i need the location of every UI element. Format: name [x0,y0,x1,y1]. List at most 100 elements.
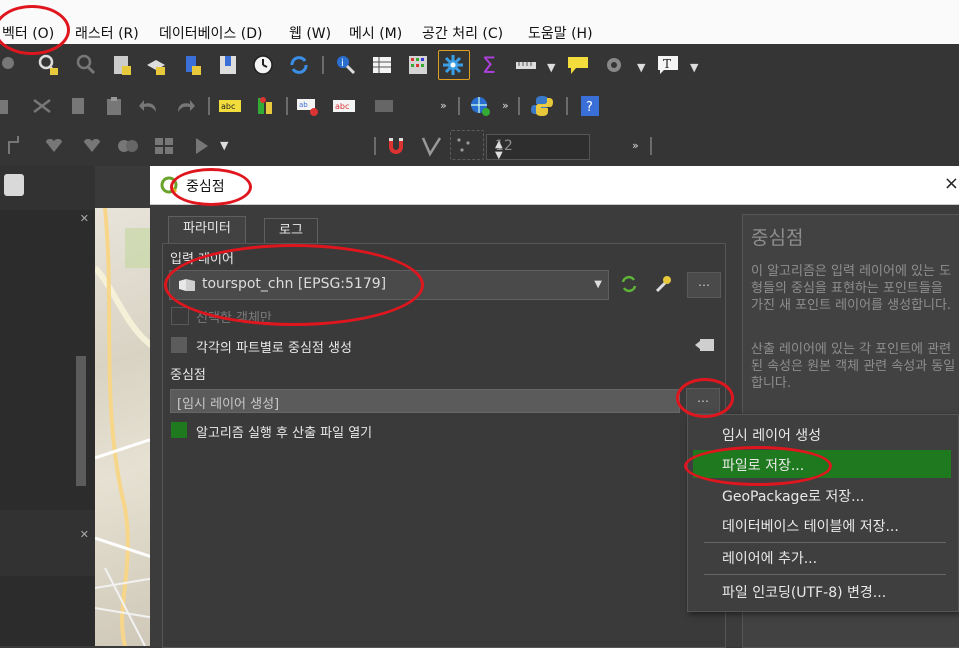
snapping-vertex-icon[interactable] [420,134,444,158]
menu-help[interactable]: 도움말 (H) [528,23,593,43]
diagram-icon[interactable] [254,94,278,118]
zoom-search-icon[interactable] [36,53,60,77]
edit-partial-icon[interactable] [0,94,24,118]
toolbar-separator [374,137,376,155]
toolbar-separator [650,137,652,155]
spin-arrows-icon[interactable]: ▲ ▼ [495,139,583,161]
iterate-icon[interactable] [619,274,639,298]
menu-bar: 벡터 (O) 래스터 (R) 데이터베이스 (D) 웹 (W) 메시 (M) 공… [0,0,959,45]
more-tools-icon[interactable]: » [632,139,639,152]
settings-gear-icon[interactable] [604,53,628,77]
bookmark-add-icon[interactable] [180,53,204,77]
browser-panel[interactable] [0,576,95,646]
close-icon[interactable]: × [944,173,959,194]
database-icon[interactable] [4,174,24,196]
menu-item-append-to-layer[interactable]: 레이어에 추가... [688,543,958,571]
selected-only-label: 선택한 객체만 [196,311,272,326]
map-tips-icon[interactable] [566,53,590,77]
bookmarks-icon[interactable] [216,53,240,77]
label-pin-icon[interactable]: ab [296,94,320,118]
per-part-checkbox[interactable] [171,337,187,353]
tab-parameters[interactable]: 파라미터 [168,216,246,246]
snapping-magnet-icon[interactable] [384,134,408,158]
tab-log[interactable]: 로그 [264,218,318,244]
merge-attributes-icon[interactable] [80,134,104,158]
paste-icon[interactable] [102,94,126,118]
menu-item-save-to-geopackage[interactable]: GeoPackage로 저장... [688,481,958,509]
split-features-icon[interactable] [116,134,140,158]
label-disabled-icon[interactable] [374,94,398,118]
processing-toolbox-icon[interactable] [438,50,470,80]
python-console-icon[interactable] [530,94,554,118]
statistics-sigma-icon[interactable]: Σ [478,53,502,77]
menu-mesh[interactable]: 메시 (M) [349,23,402,43]
per-part-label: 각각의 파트별로 중심점 생성 [196,341,352,356]
snapping-type-icon[interactable] [450,130,484,160]
label-hide-icon[interactable]: abc [332,94,356,118]
copy-icon[interactable] [66,94,90,118]
menu-raster[interactable]: 래스터 (R) [75,23,139,43]
menu-web[interactable]: 웹 (W) [289,23,331,43]
close-panel-icon[interactable]: ✕ [80,528,89,541]
menu-item-save-to-file[interactable]: 파일로 저장... [693,450,951,478]
redo-icon[interactable] [172,94,196,118]
close-panel-icon[interactable]: ✕ [80,212,89,225]
data-defined-override-icon[interactable] [694,336,716,358]
add-wms-globe-icon[interactable] [468,94,492,118]
input-layer-more-button[interactable]: … [687,272,721,298]
chevron-down-icon[interactable]: ▼ [594,279,602,290]
dialog-title: 중심점 [186,179,225,195]
parameters-panel [162,243,726,648]
dialog-titlebar: 중심점 × [150,166,959,205]
field-calculator-icon[interactable] [406,53,430,77]
layer-new-icon[interactable] [144,53,168,77]
wrench-icon[interactable] [654,274,674,298]
measure-icon[interactable] [514,53,538,77]
bookmark-new-icon[interactable] [110,53,134,77]
output-more-button[interactable]: … [686,388,720,414]
identify-features-icon[interactable]: i [334,53,358,77]
map-canvas[interactable] [95,208,155,646]
more-tools-icon[interactable]: » [440,99,447,112]
snapping-tolerance-spinbox[interactable]: 12 ▲ ▼ [486,134,590,161]
scrollbar-thumb[interactable] [76,356,86,486]
select-tool-icon[interactable] [190,134,214,158]
selected-only-checkbox[interactable] [171,307,189,325]
reshape-icon[interactable] [152,134,176,158]
help-paragraph: 산출 레이어에 있는 각 포인트에 관련된 속성은 원본 객체 관련 속성과 동… [751,342,956,391]
cut-icon[interactable] [30,94,54,118]
identify-partial-icon[interactable] [2,53,26,77]
merge-features-icon[interactable] [42,134,66,158]
input-layer-combobox[interactable]: tourspot_chn [EPSG:5179] ▼ [169,270,609,300]
menu-processing[interactable]: 공간 처리 (C) [422,23,503,43]
menu-item-temporary-layer[interactable]: 임시 레이어 생성 [688,420,958,448]
menu-item-save-to-database[interactable]: 데이터베이스 테이블에 저장... [688,511,958,539]
toolbar-separator [566,97,568,115]
refresh-icon[interactable] [287,53,311,77]
svg-text:Σ: Σ [482,54,496,77]
chevron-down-icon[interactable]: ▼ [637,61,645,74]
qgis-logo-icon [160,176,178,198]
output-value: [임시 레이어 생성] [177,397,280,412]
output-options-menu: 임시 레이어 생성 파일로 저장... GeoPackage로 저장... 데이… [687,414,959,612]
chevron-down-icon[interactable]: ▼ [220,139,228,152]
label-abc-icon[interactable]: abc [218,94,242,118]
chevron-down-icon[interactable]: ▼ [547,61,555,74]
zoom-disabled-icon[interactable] [74,53,98,77]
menu-database[interactable]: 데이터베이스 (D) [159,23,262,43]
menu-item-change-encoding[interactable]: 파일 인코딩(UTF-8) 변경... [688,577,958,605]
vertex-tool-icon[interactable] [6,134,30,158]
text-annotation-icon[interactable]: T [656,53,680,77]
more-tools-icon[interactable]: » [502,99,509,112]
chevron-down-icon[interactable]: ▼ [690,61,698,74]
output-file-field[interactable]: [임시 레이어 생성] [170,389,680,413]
menu-separator [704,574,946,575]
undo-icon[interactable] [138,94,162,118]
toolbar-separator [322,56,324,74]
toolbar-separator [458,97,460,115]
attribute-table-icon[interactable] [370,53,394,77]
clock-icon[interactable] [251,53,275,77]
menu-vector[interactable]: 벡터 (O) [2,23,54,43]
open-after-checkbox[interactable] [171,422,187,438]
help-icon[interactable]: ? [578,94,602,118]
